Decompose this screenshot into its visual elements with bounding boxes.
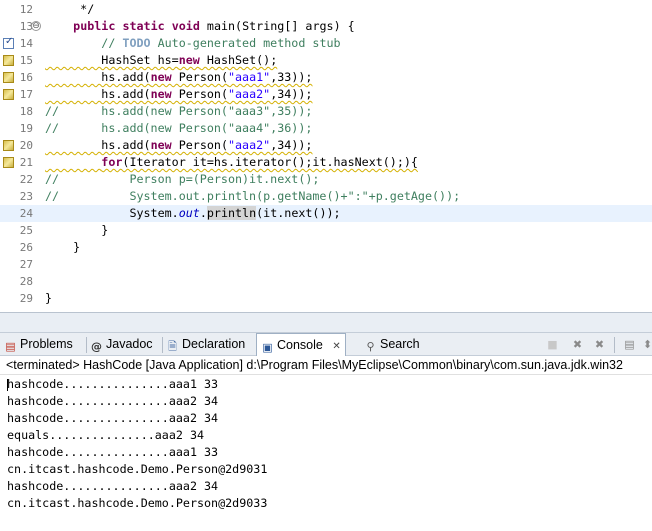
editor-line[interactable]: 21 for(Iterator it=hs.iterator();it.hasN…	[0, 154, 652, 171]
editor-line[interactable]: 29}	[0, 290, 652, 307]
editor-line[interactable]: 27	[0, 256, 652, 273]
clear-console-icon[interactable]: ▤	[622, 337, 637, 352]
tab-declaration-label: Declaration	[182, 337, 246, 351]
editor-line[interactable]: 25 }	[0, 222, 652, 239]
editor-line[interactable]: 26 }	[0, 239, 652, 256]
editor-line[interactable]: 24 System.out.println(it.next());	[0, 205, 652, 222]
editor-line[interactable]: 15 HashSet hs=new HashSet();	[0, 52, 652, 69]
tab-search-label: Search	[380, 337, 420, 351]
code-text: // hs.add(new Person("aaa4",36));	[45, 121, 313, 135]
javadoc-icon: @	[91, 340, 102, 353]
console-line: hashcode...............aaa2 34	[7, 394, 219, 408]
code-text: System.out.println(it.next());	[45, 206, 341, 220]
line-number: 24	[19, 207, 33, 220]
tab-console-label: Console	[277, 338, 323, 352]
console-line: cn.itcast.hashcode.Demo.Person@2d9031	[7, 462, 268, 476]
line-number: 22	[19, 173, 33, 186]
tab-search[interactable]: ⚲ Search	[364, 333, 420, 356]
warning-icon[interactable]	[3, 89, 14, 100]
code-text: // System.out.println(p.getName()+":"+p.…	[45, 189, 461, 203]
code-text: // Person p=(Person)it.next();	[45, 172, 320, 186]
warning-icon[interactable]	[3, 72, 14, 83]
editor-line[interactable]: 22 // Person p=(Person)it.next();	[0, 171, 652, 188]
editor-line[interactable]: 12 */	[0, 1, 652, 18]
code-text: for(Iterator it=hs.iterator();it.hasNext…	[101, 155, 418, 169]
line-number: 25	[19, 224, 33, 237]
editor-line[interactable]: 20 hs.add(new Person("aaa2",34));	[0, 137, 652, 154]
tab-javadoc-label: Javadoc	[106, 337, 153, 351]
tab-declaration[interactable]: 🗎 Declaration	[166, 333, 245, 356]
console-line: hashcode...............aaa2 34	[7, 479, 219, 493]
warning-icon[interactable]	[3, 140, 14, 151]
line-number: 27	[19, 258, 33, 271]
line-number: 16	[19, 71, 33, 84]
remove-launch-icon[interactable]: ✖	[570, 337, 585, 352]
line-number: 21	[19, 156, 33, 169]
code-text: hs.add(new Person("aaa2",34));	[45, 138, 313, 152]
search-icon: ⚲	[366, 340, 375, 353]
line-number: 26	[19, 241, 33, 254]
line-number: 19	[19, 122, 33, 135]
editor-line[interactable]: 14 // TODO Auto-generated method stub	[0, 35, 652, 52]
editor-line[interactable]: 18 // hs.add(new Person("aaa3",35));	[0, 103, 652, 120]
close-icon[interactable]: ✕	[332, 341, 340, 352]
editor-line[interactable]: 17 hs.add(new Person("aaa2",34));	[0, 86, 652, 103]
console-line: equals...............aaa2 34	[7, 428, 205, 442]
tab-problems[interactable]: ▤ Problems	[4, 333, 73, 356]
declaration-icon: 🗎	[168, 340, 177, 353]
editor-line[interactable]: 23 // System.out.println(p.getName()+":"+…	[0, 188, 652, 205]
console-line: hashcode...............aaa1 33	[7, 445, 219, 459]
code-editor[interactable]: 12 */13 ⊖ public static void main(String[…	[0, 0, 652, 312]
code-text: public static void main(String[] args) {	[73, 19, 355, 33]
console-line: cn.itcast.hashcode.Demo.Person@2d9033	[7, 496, 268, 510]
code-text: HashSet hs=new HashSet();	[45, 53, 278, 67]
tab-javadoc[interactable]: @ Javadoc	[90, 333, 153, 356]
code-text: // hs.add(new Person("aaa3",35));	[45, 104, 313, 118]
collapse-icon[interactable]: ⊖	[31, 21, 41, 31]
line-number: 20	[19, 139, 33, 152]
line-number: 29	[19, 292, 33, 305]
problems-icon: ▤	[5, 340, 16, 353]
terminate-icon[interactable]: ■	[545, 337, 560, 352]
line-number: 28	[19, 275, 33, 288]
line-number: 18	[19, 105, 33, 118]
console-status-label: <terminated> HashCode [Java Application]…	[0, 356, 652, 375]
code-text: // TODO Auto-generated method stub	[45, 36, 341, 50]
console-output[interactable]: hashcode...............aaa1 33 hashcode..…	[0, 375, 652, 531]
line-number: 14	[19, 37, 33, 50]
console-line: hashcode...............aaa2 34	[7, 411, 219, 425]
tab-console[interactable]: ▣ Console ✕	[256, 333, 346, 356]
tab-problems-label: Problems	[20, 337, 73, 351]
console-icon: ▣	[262, 341, 273, 354]
warning-icon[interactable]	[3, 55, 14, 66]
code-text: hs.add(new Person("aaa1",33));	[45, 70, 313, 84]
code-text: */	[45, 2, 95, 16]
view-tab-bar: ▤ Problems @ Javadoc 🗎 Declaration ▣ Console…	[0, 332, 652, 356]
line-number: 23	[19, 190, 33, 203]
code-text: }	[45, 291, 53, 305]
task-icon[interactable]	[3, 36, 14, 49]
editor-horizontal-scroll-area[interactable]	[0, 312, 652, 332]
console-line: hashcode...............aaa1 33	[7, 377, 219, 391]
line-number: 15	[19, 54, 33, 67]
code-text: }	[45, 240, 81, 254]
editor-line[interactable]: 13 ⊖ public static void main(String[] arg…	[0, 18, 652, 35]
warning-icon[interactable]	[3, 157, 14, 168]
code-text: hs.add(new Person("aaa2",34));	[45, 87, 313, 101]
line-number: 12	[19, 3, 33, 16]
scroll-lock-icon[interactable]: ⬍	[640, 337, 652, 352]
editor-line[interactable]: 16 hs.add(new Person("aaa1",33));	[0, 69, 652, 86]
line-number: 17	[19, 88, 33, 101]
editor-line[interactable]: 28	[0, 273, 652, 290]
code-text: }	[45, 223, 109, 237]
editor-line[interactable]: 19 // hs.add(new Person("aaa4",36));	[0, 120, 652, 137]
remove-all-launches-icon[interactable]: ✖	[592, 337, 607, 352]
